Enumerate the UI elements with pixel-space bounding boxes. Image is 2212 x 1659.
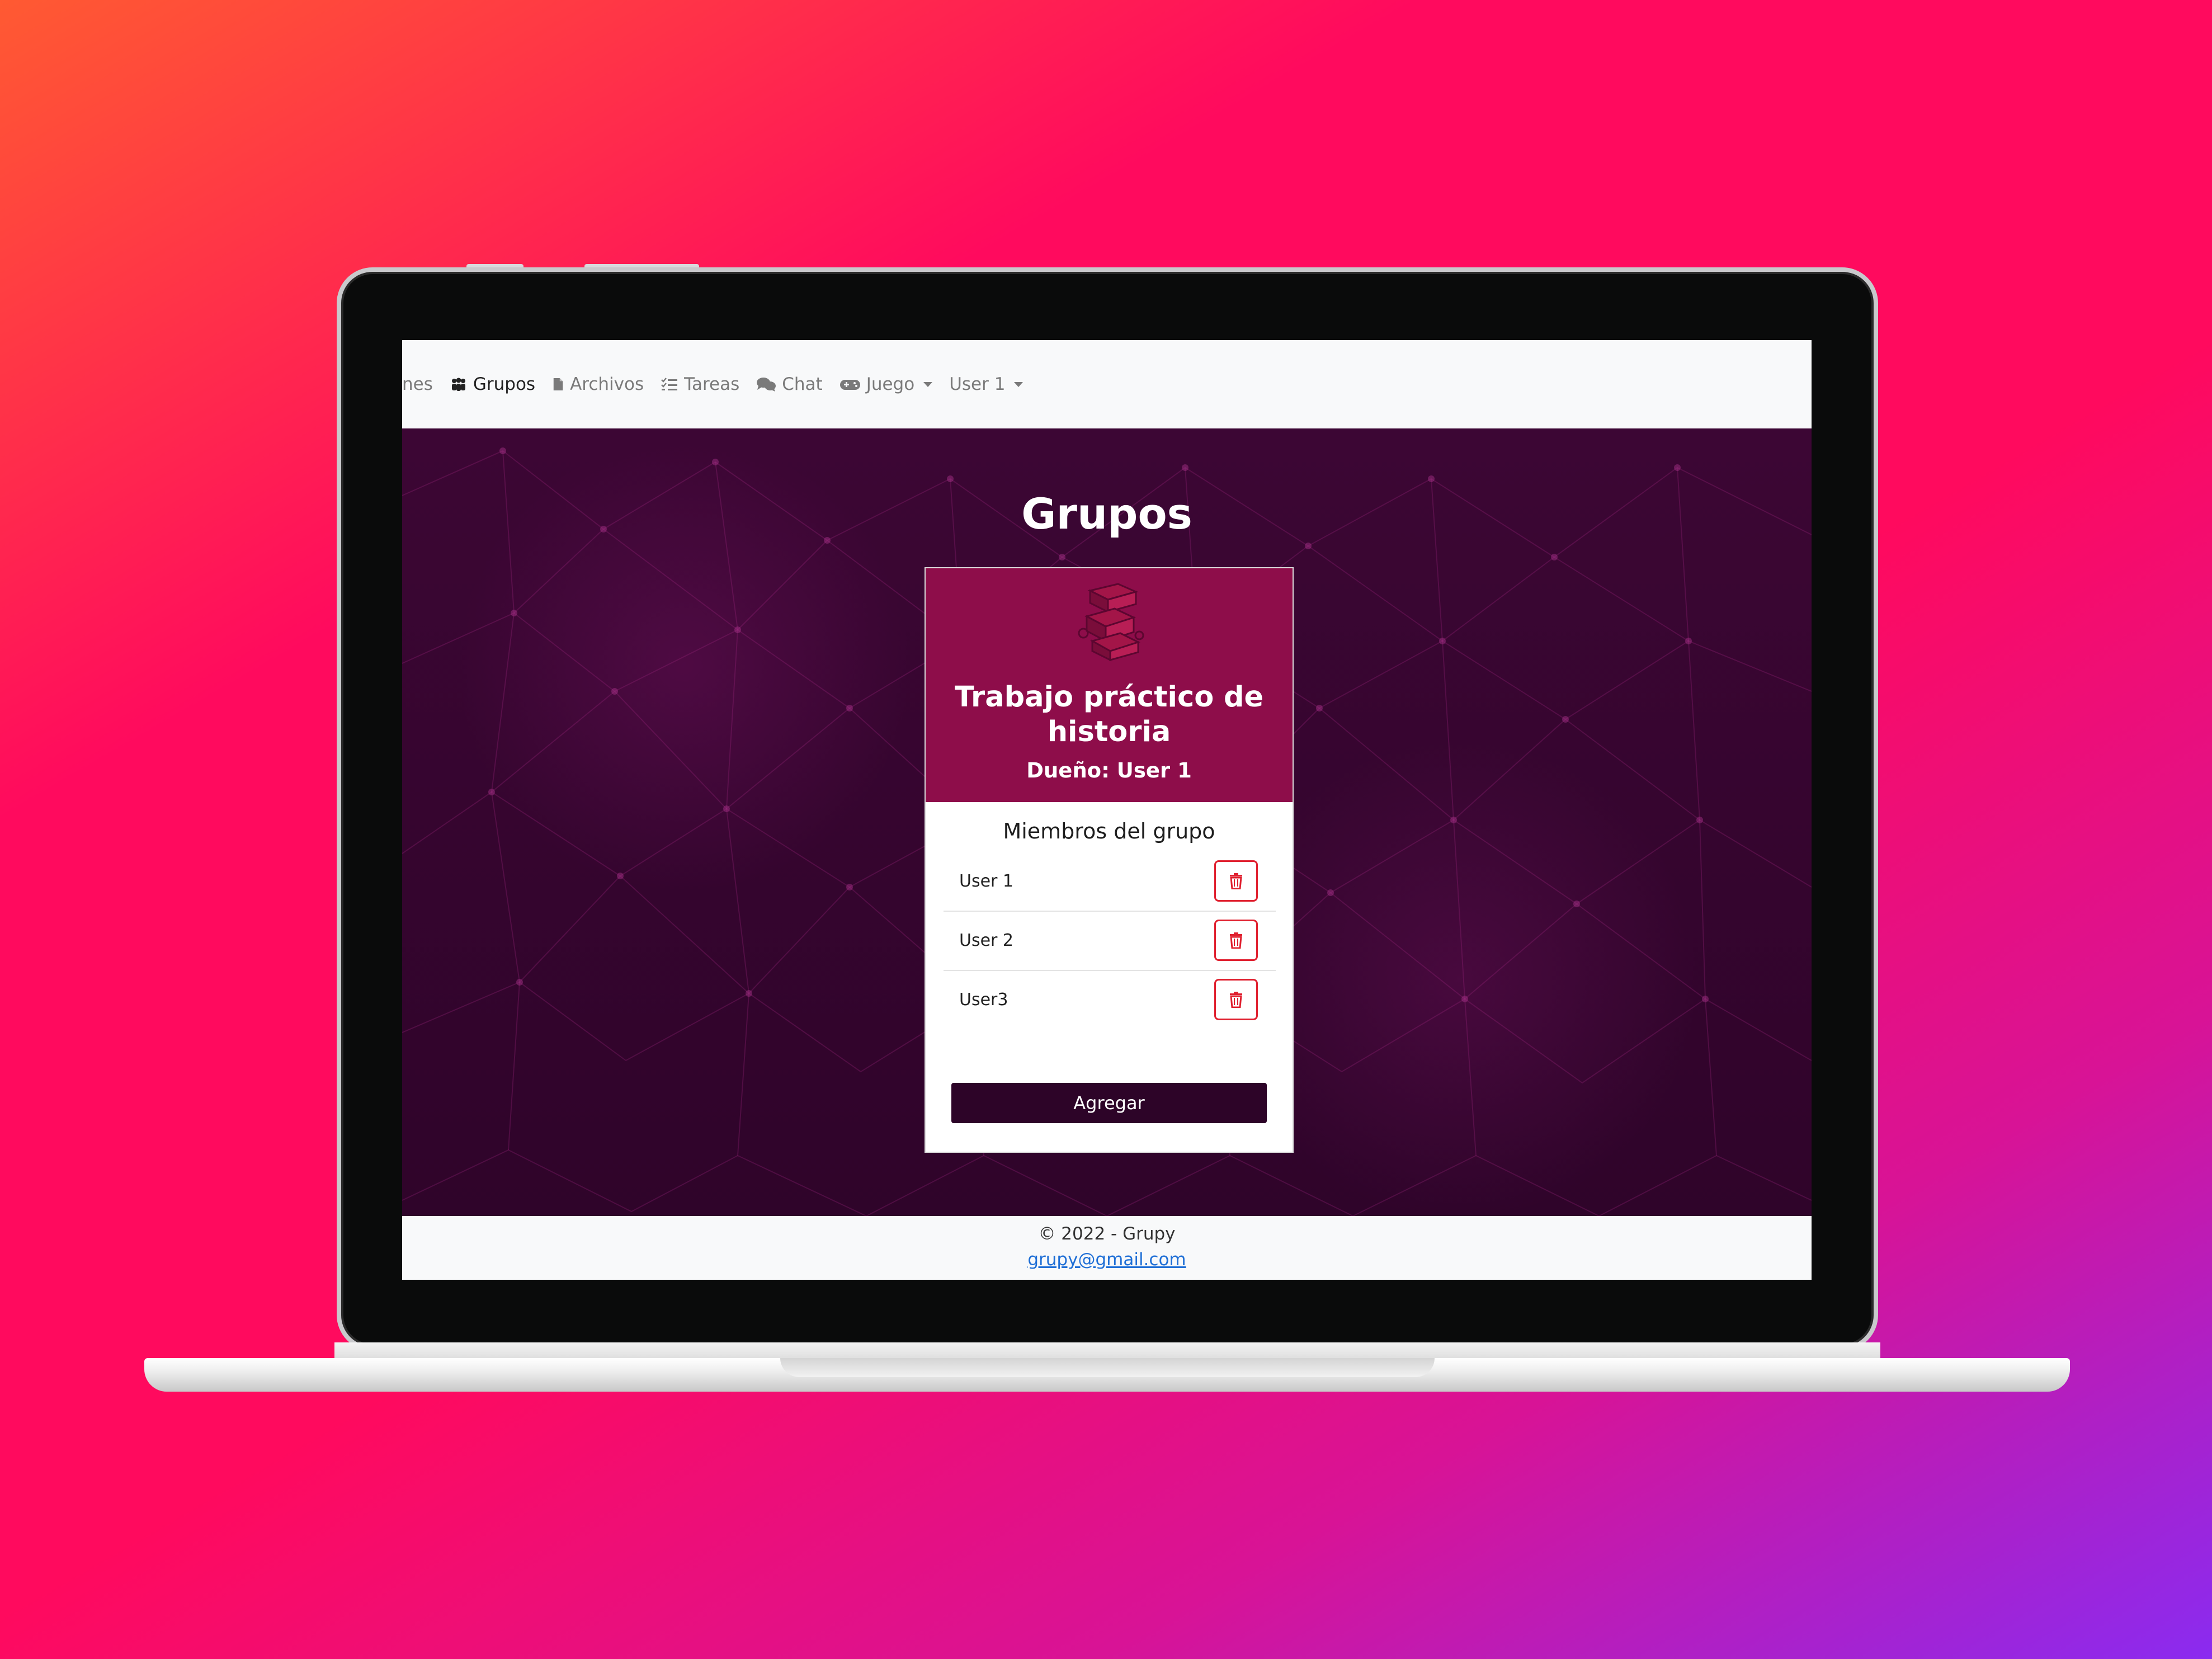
page-title: Grupos: [1021, 489, 1192, 539]
nav-label-archivos: Archivos: [570, 374, 644, 394]
group-card-header: Trabajo práctico de historia Dueño: User…: [926, 568, 1293, 802]
member-row: User 1: [944, 852, 1276, 912]
nav-item-archivos[interactable]: Archivos: [552, 374, 644, 394]
nav-item-chat[interactable]: Chat: [756, 374, 823, 394]
trash-icon: [1230, 992, 1242, 1008]
chat-icon: [757, 378, 776, 392]
footer: © 2022 - Grupy grupy@gmail.com: [402, 1216, 1812, 1280]
members-heading: Miembros del grupo: [1003, 819, 1215, 843]
nav-label-tareas: Tareas: [684, 374, 740, 394]
task-list-icon: [661, 378, 678, 390]
trash-icon: [1230, 873, 1242, 889]
nav-label-juego: Juego: [866, 374, 915, 394]
contact-email-link[interactable]: grupy@gmail.com: [402, 1250, 1812, 1270]
stacked-books-icon: [1078, 583, 1144, 662]
delete-member-button[interactable]: [1214, 920, 1258, 961]
member-name: User 1: [959, 871, 1014, 891]
file-icon: [553, 378, 563, 390]
member-name: User 2: [959, 931, 1014, 950]
chevron-down-icon: [923, 381, 933, 387]
nav-label-grupos: Grupos: [473, 374, 536, 394]
copyright-text: © 2022 - Grupy: [1038, 1224, 1176, 1244]
nav-item-partial[interactable]: nes: [402, 374, 433, 394]
group-owner: Dueño: User 1: [1026, 758, 1192, 783]
users-icon: [451, 378, 465, 391]
add-member-button[interactable]: Agregar: [951, 1083, 1267, 1123]
group-card: Trabajo práctico de historia Dueño: User…: [925, 567, 1294, 1153]
nav-item-juego[interactable]: Juego: [839, 374, 933, 394]
chevron-down-icon: [1014, 381, 1024, 387]
nav-item-tareas[interactable]: Tareas: [661, 374, 739, 394]
delete-member-button[interactable]: [1214, 860, 1258, 902]
member-name: User3: [959, 990, 1008, 1010]
gamepad-icon: [839, 380, 860, 390]
trash-icon: [1230, 932, 1242, 949]
delete-member-button[interactable]: [1214, 979, 1258, 1020]
group-title: Trabajo práctico de historia: [954, 681, 1264, 748]
laptop-hinge: [334, 1342, 1880, 1359]
member-row: User 2: [944, 912, 1276, 971]
member-row: User3: [944, 971, 1276, 1030]
app-screen: nes Grupos Archivos Tareas Chat Juego Us…: [402, 340, 1812, 1280]
main-content: Grupos Trabajo práctico de historia Dueñ…: [402, 428, 1812, 1216]
nav-label-user: User 1: [949, 374, 1006, 394]
nav-item-grupos[interactable]: Grupos: [450, 374, 535, 394]
nav-item-user-menu[interactable]: User 1: [949, 374, 1024, 394]
navbar: nes Grupos Archivos Tareas Chat Juego Us…: [402, 340, 1812, 428]
laptop-notch: [780, 1358, 1435, 1377]
nav-label-chat: Chat: [782, 374, 823, 394]
